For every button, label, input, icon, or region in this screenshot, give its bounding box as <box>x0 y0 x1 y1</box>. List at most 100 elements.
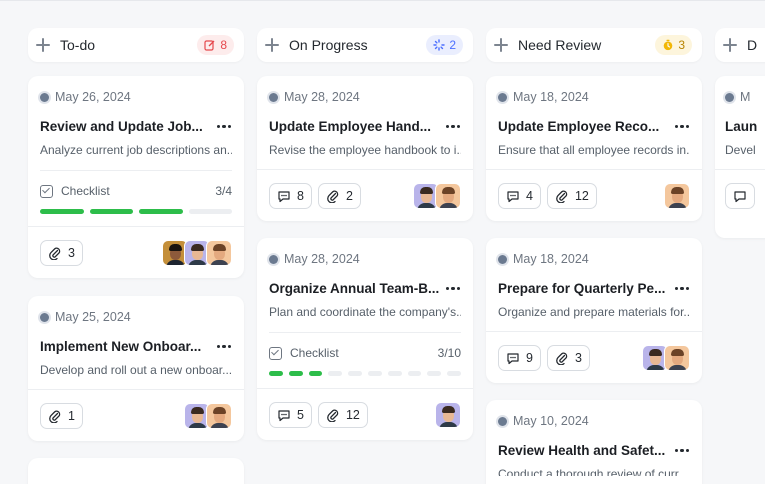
spinner-icon <box>433 39 446 51</box>
task-card-partial[interactable]: M Laun Devel <box>715 76 765 238</box>
column-on-progress: On Progress 2 May 28, 2024 Update Employ… <box>257 28 473 440</box>
attachment-chip[interactable]: 12 <box>317 401 368 428</box>
task-card[interactable]: May 10, 2024 Review Health and Safet... … <box>486 400 702 484</box>
card-date: M <box>740 90 751 104</box>
task-card[interactable]: May 18, 2024 Prepare for Quarterly Pe...… <box>486 238 702 383</box>
card-title: Organize Annual Team-B... <box>269 281 440 296</box>
checklist-icon <box>269 346 282 360</box>
timer-icon <box>664 39 673 51</box>
attachment-count: 1 <box>68 408 75 423</box>
task-card-partial[interactable] <box>28 458 244 484</box>
card-description: Conduct a thorough review of curr... <box>498 467 689 476</box>
more-options-icon[interactable] <box>445 286 461 291</box>
checklist-icon <box>40 184 53 198</box>
checklist-count: 3/4 <box>215 184 232 198</box>
attachment-count: 12 <box>345 407 360 422</box>
attachment-chip[interactable]: 3 <box>40 239 83 266</box>
more-options-icon[interactable] <box>445 124 461 129</box>
card-title: Implement New Onboar... <box>40 339 202 354</box>
paperclip-icon <box>556 190 568 203</box>
attachment-count: 3 <box>68 245 75 260</box>
add-task-plus-icon[interactable] <box>494 38 508 52</box>
attachment-chip[interactable]: 2 <box>317 182 361 209</box>
progress-segment <box>447 371 461 376</box>
avatar[interactable] <box>435 401 461 428</box>
assignee-avatars[interactable] <box>413 182 461 209</box>
date-dot-icon <box>498 254 507 264</box>
checklist-label: Checklist <box>61 184 110 198</box>
card-description: Develop and roll out a new onboar... <box>40 363 232 377</box>
add-task-plus-icon[interactable] <box>723 38 737 52</box>
add-task-plus-icon[interactable] <box>36 38 50 52</box>
assignee-avatars[interactable] <box>184 402 232 429</box>
progress-segment <box>387 371 402 376</box>
comment-count: 4 <box>526 188 533 203</box>
more-options-icon[interactable] <box>216 344 232 349</box>
assignee-avatars[interactable] <box>435 401 461 428</box>
avatar[interactable] <box>664 344 690 371</box>
task-count-badge: 2 <box>426 35 463 55</box>
task-count-badge: 3 <box>655 35 692 55</box>
progress-segment <box>328 371 343 376</box>
comment-icon <box>507 190 519 202</box>
task-card[interactable]: May 28, 2024 Organize Annual Team-B... P… <box>257 238 473 440</box>
column-title: On Progress <box>289 37 368 53</box>
more-options-icon[interactable] <box>674 286 690 291</box>
badge-count: 2 <box>449 38 456 52</box>
attachment-chip[interactable]: 3 <box>546 344 590 371</box>
column-title: D <box>747 37 758 53</box>
column-need-review: Need Review 3 May 18, 2024 Update Employ… <box>486 28 702 484</box>
progress-segment <box>288 371 303 376</box>
progress-segment <box>188 209 232 214</box>
checklist-label: Checklist <box>290 346 339 360</box>
checklist-progress <box>40 209 232 214</box>
attachment-chip[interactable]: 1 <box>40 402 83 429</box>
comment-icon <box>278 190 290 202</box>
comment-chip[interactable]: 4 <box>498 182 541 209</box>
comment-chip[interactable] <box>725 182 755 209</box>
card-date: May 26, 2024 <box>55 90 131 104</box>
card-date: May 10, 2024 <box>513 414 589 428</box>
card-date: May 28, 2024 <box>284 252 360 266</box>
comment-count: 9 <box>526 350 533 365</box>
progress-segment <box>367 371 382 376</box>
task-card[interactable]: May 25, 2024 Implement New Onboar... Dev… <box>28 296 244 441</box>
date-dot-icon <box>40 312 49 322</box>
comment-chip[interactable]: 9 <box>498 344 541 371</box>
date-dot-icon <box>40 92 49 102</box>
comment-count: 8 <box>297 188 304 203</box>
progress-segment <box>427 371 442 376</box>
comment-chip[interactable]: 5 <box>269 401 312 428</box>
date-dot-icon <box>498 416 507 426</box>
checklist-progress <box>269 371 461 376</box>
more-options-icon[interactable] <box>216 124 232 129</box>
checklist-section: Checklist 3/10 <box>269 332 461 376</box>
avatar[interactable] <box>206 239 232 266</box>
avatar[interactable] <box>435 182 461 209</box>
progress-segment <box>348 371 362 376</box>
progress-segment <box>89 209 133 214</box>
task-card[interactable]: May 28, 2024 Update Employee Hand... Rev… <box>257 76 473 221</box>
avatar[interactable] <box>664 182 690 209</box>
avatar[interactable] <box>206 402 232 429</box>
card-date: May 18, 2024 <box>513 90 589 104</box>
comment-chip[interactable]: 8 <box>269 182 312 209</box>
badge-count: 3 <box>678 38 685 52</box>
task-card[interactable]: May 18, 2024 Update Employee Reco... Ens… <box>486 76 702 221</box>
progress-segment <box>269 371 283 376</box>
more-options-icon[interactable] <box>674 448 690 453</box>
assignee-avatars[interactable] <box>664 182 690 209</box>
card-title: Prepare for Quarterly Pe... <box>498 281 666 296</box>
attachment-chip[interactable]: 12 <box>546 182 597 209</box>
card-date: May 28, 2024 <box>284 90 360 104</box>
progress-segment <box>308 371 323 376</box>
add-task-plus-icon[interactable] <box>265 38 279 52</box>
column-header-todo: To-do 8 <box>28 28 244 62</box>
assignee-avatars[interactable] <box>642 344 690 371</box>
card-description: Organize and prepare materials for... <box>498 305 690 319</box>
task-count-badge: 8 <box>197 35 234 55</box>
card-date: May 25, 2024 <box>55 310 131 324</box>
assignee-avatars[interactable] <box>162 239 232 266</box>
task-card[interactable]: May 26, 2024 Review and Update Job... An… <box>28 76 244 278</box>
more-options-icon[interactable] <box>674 124 690 129</box>
